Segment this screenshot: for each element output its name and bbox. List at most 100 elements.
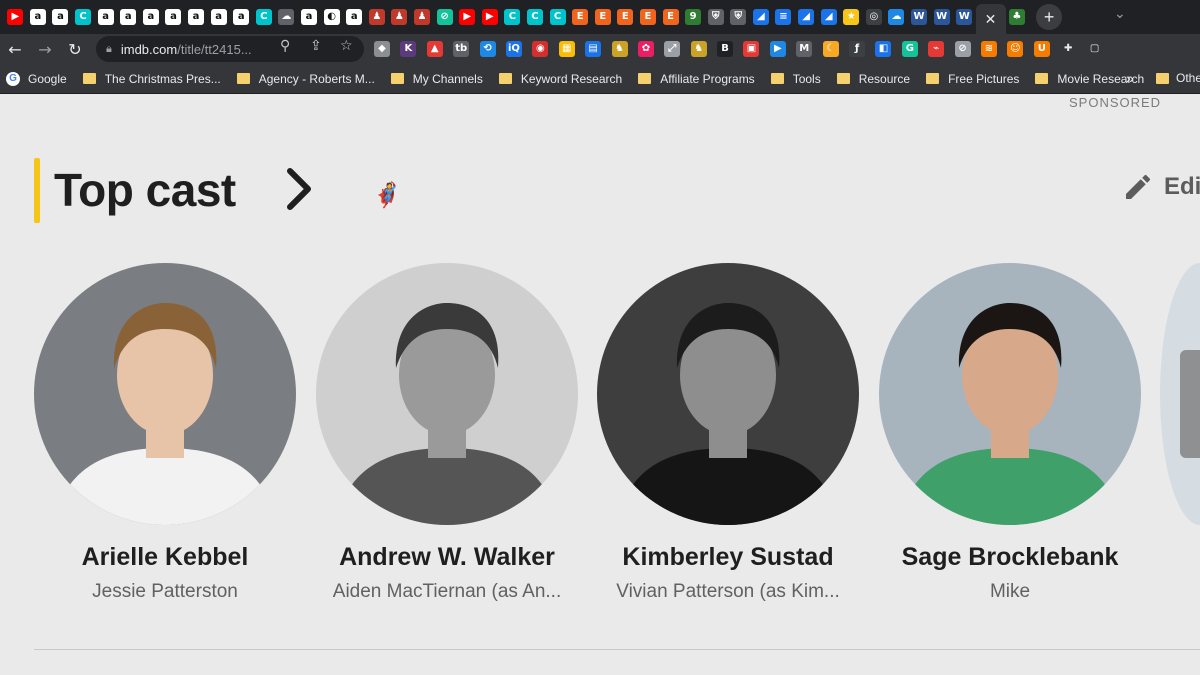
forward-arrow-icon[interactable]: → bbox=[30, 34, 60, 64]
browser-tab[interactable]: ◐ bbox=[320, 3, 343, 31]
extension-button[interactable]: ▶ bbox=[768, 39, 788, 59]
browser-tab[interactable]: ◢ bbox=[795, 3, 818, 31]
cast-card[interactable]: Andrew W. Walker Aiden MacTiernan (as An… bbox=[316, 263, 578, 603]
extension-button[interactable]: ✿ bbox=[636, 39, 656, 59]
browser-tab[interactable]: ≡ bbox=[772, 3, 795, 31]
browser-tab[interactable]: a bbox=[49, 3, 72, 31]
browser-tab[interactable]: W bbox=[930, 3, 953, 31]
bookmark-folder[interactable]: The Christmas Pres... bbox=[82, 72, 221, 86]
new-tab-button[interactable]: + bbox=[1036, 4, 1063, 30]
browser-tab[interactable]: ♟ bbox=[388, 3, 411, 31]
browser-tab[interactable]: ★ bbox=[840, 3, 863, 31]
browser-tab[interactable]: a bbox=[230, 3, 253, 31]
bookmarks-overflow-icon[interactable]: » bbox=[1126, 70, 1134, 86]
extension-button[interactable]: iQ bbox=[504, 39, 524, 59]
bookmark-folder[interactable]: Agency - Roberts M... bbox=[236, 72, 375, 86]
zoom-icon[interactable]: ⚲ bbox=[280, 38, 290, 54]
browser-tab[interactable]: a bbox=[298, 3, 321, 31]
browser-tab[interactable]: ♟ bbox=[411, 3, 434, 31]
reload-icon[interactable]: ↻ bbox=[60, 34, 90, 64]
extension-button[interactable]: ☾ bbox=[821, 39, 841, 59]
address-bar[interactable]: 🔒︎ imdb.com/title/tt2415... bbox=[96, 36, 364, 62]
browser-tab[interactable]: a bbox=[185, 3, 208, 31]
extension-button[interactable]: M bbox=[794, 39, 814, 59]
browser-tab[interactable]: ▶ bbox=[456, 3, 479, 31]
cast-photo[interactable] bbox=[597, 263, 859, 525]
extension-button[interactable]: tb bbox=[451, 39, 471, 59]
browser-tab[interactable]: C bbox=[253, 3, 276, 31]
browser-tab[interactable]: a bbox=[343, 3, 366, 31]
cast-card[interactable]: Arielle Kebbel Jessie Patterston bbox=[34, 263, 296, 603]
extension-button[interactable]: ƒ bbox=[847, 39, 867, 59]
top-cast-heading[interactable]: Top cast bbox=[54, 163, 236, 217]
browser-tab[interactable]: C bbox=[524, 3, 547, 31]
extension-button[interactable]: ◆ bbox=[372, 39, 392, 59]
browser-tab[interactable]: ⛨ bbox=[704, 3, 727, 31]
cast-name[interactable]: Kimberley Sustad bbox=[597, 543, 859, 572]
chevron-right-icon[interactable] bbox=[282, 163, 318, 215]
extension-button[interactable]: ⟲ bbox=[478, 39, 498, 59]
browser-tab[interactable]: a bbox=[162, 3, 185, 31]
browser-tab[interactable]: ☁ bbox=[275, 3, 298, 31]
extension-button[interactable]: ⤢ bbox=[662, 39, 682, 59]
bookmark-folder[interactable]: Resource bbox=[836, 72, 910, 86]
carousel-next-button[interactable] bbox=[1180, 350, 1200, 458]
bookmark-star-icon[interactable]: ☆ bbox=[340, 38, 353, 54]
browser-tab[interactable]: ⊘ bbox=[433, 3, 456, 31]
browser-tab[interactable]: a bbox=[117, 3, 140, 31]
extension-button[interactable]: ⌁ bbox=[926, 39, 946, 59]
extension-button[interactable]: ▲ bbox=[425, 39, 445, 59]
browser-tab[interactable]: C bbox=[501, 3, 524, 31]
back-arrow-icon[interactable]: ← bbox=[0, 34, 30, 64]
bookmark-folder[interactable]: My Channels bbox=[390, 72, 483, 86]
browser-tab[interactable]: 9 bbox=[682, 3, 705, 31]
active-tab[interactable]: ✕ bbox=[975, 4, 1006, 34]
bookmark-folder[interactable]: Affiliate Programs bbox=[638, 72, 755, 86]
tab-search-icon[interactable]: ⌄ bbox=[1114, 6, 1126, 22]
extension-button[interactable]: ✚ bbox=[1058, 39, 1078, 59]
browser-tab[interactable]: E bbox=[659, 3, 682, 31]
browser-tab[interactable]: ▶ bbox=[478, 3, 501, 31]
extension-button[interactable]: ▣ bbox=[741, 39, 761, 59]
extension-button[interactable]: ☺ bbox=[1005, 39, 1025, 59]
browser-tab[interactable]: E bbox=[591, 3, 614, 31]
extension-button[interactable]: ▢ bbox=[1085, 39, 1105, 59]
extension-button[interactable]: U bbox=[1032, 39, 1052, 59]
browser-tab[interactable]: ▶ bbox=[4, 3, 27, 31]
cast-photo[interactable] bbox=[879, 263, 1141, 525]
browser-tab[interactable]: ◢ bbox=[817, 3, 840, 31]
browser-tab[interactable]: C bbox=[72, 3, 95, 31]
bookmark-folder[interactable]: Keyword Research bbox=[498, 72, 622, 86]
cast-card[interactable]: Sage Brocklebank Mike bbox=[879, 263, 1141, 603]
browser-tab[interactable]: E bbox=[637, 3, 660, 31]
extension-button[interactable]: ▤ bbox=[583, 39, 603, 59]
extension-button[interactable]: ◧ bbox=[873, 39, 893, 59]
edit-button[interactable]: Edit bbox=[1122, 171, 1200, 203]
cast-photo[interactable] bbox=[316, 263, 578, 525]
extension-button[interactable]: ⊘ bbox=[953, 39, 973, 59]
browser-tab[interactable]: ◎ bbox=[863, 3, 886, 31]
extension-button[interactable]: B bbox=[715, 39, 735, 59]
bookmark-google[interactable]: G Google bbox=[6, 71, 67, 86]
share-icon[interactable]: ⇪ bbox=[310, 38, 322, 54]
extension-button[interactable]: ♞ bbox=[610, 39, 630, 59]
browser-tab[interactable]: ◢ bbox=[750, 3, 773, 31]
browser-tab[interactable]: a bbox=[94, 3, 117, 31]
browser-tab[interactable]: E bbox=[614, 3, 637, 31]
browser-tab[interactable]: ⛨ bbox=[727, 3, 750, 31]
cast-name[interactable]: Arielle Kebbel bbox=[34, 543, 296, 572]
extension-button[interactable]: ≋ bbox=[979, 39, 999, 59]
browser-tab[interactable]: E bbox=[569, 3, 592, 31]
cast-name[interactable]: Andrew W. Walker bbox=[316, 543, 578, 572]
cast-card[interactable]: Kimberley Sustad Vivian Patterson (as Ki… bbox=[597, 263, 859, 603]
browser-tab[interactable]: ♣ bbox=[1006, 3, 1029, 31]
extension-button[interactable]: ♞ bbox=[689, 39, 709, 59]
extension-button[interactable]: ◉ bbox=[530, 39, 550, 59]
bookmark-folder[interactable]: Free Pictures bbox=[926, 72, 1019, 86]
browser-tab[interactable]: ☁ bbox=[885, 3, 908, 31]
cast-photo[interactable] bbox=[34, 263, 296, 525]
close-tab-icon[interactable]: ✕ bbox=[985, 11, 997, 28]
browser-tab[interactable]: W bbox=[908, 3, 931, 31]
other-bookmarks-folder[interactable]: Othe bbox=[1156, 71, 1200, 85]
browser-tab[interactable]: a bbox=[140, 3, 163, 31]
